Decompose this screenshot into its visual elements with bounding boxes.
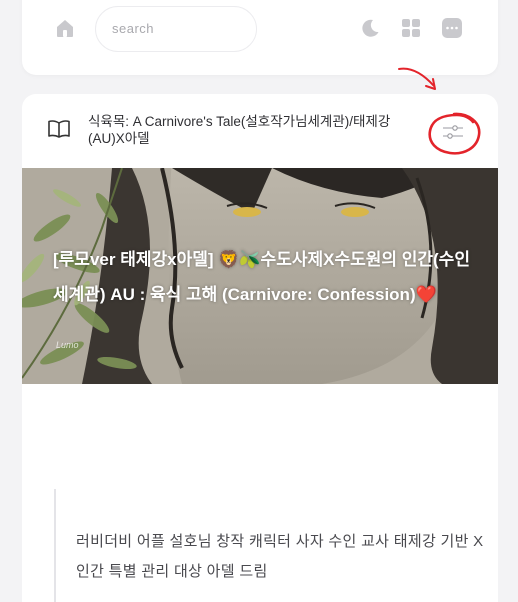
- post-title: 식육목: A Carnivore's Tale(설호작가님세계관)/태제강(AU…: [88, 114, 391, 146]
- post-cover-title: [루모ver 태제강x아델] 🦁🫒수도사제X수도원의 인간(수인세계관) AU …: [53, 250, 470, 304]
- search-input[interactable]: [112, 21, 242, 36]
- search-bar[interactable]: [95, 6, 257, 52]
- home-icon[interactable]: [54, 17, 76, 39]
- top-bar: [22, 0, 498, 75]
- grid-icon[interactable]: [400, 17, 422, 39]
- more-icon[interactable]: [441, 17, 463, 39]
- image-watermark: Lumo: [56, 340, 79, 350]
- post-description: 러비더비 어플 설호님 창작 캐릭터 사자 수인 교사 태제강 기반 X인간 특…: [76, 533, 484, 580]
- book-icon: [39, 111, 79, 147]
- quote-bar: [54, 489, 56, 602]
- toggle-settings-icon[interactable]: [440, 119, 466, 145]
- post-cover-image[interactable]: [루모ver 태제강x아델] 🦁🫒수도사제X수도원의 인간(수인세계관) AU …: [22, 168, 498, 384]
- moon-icon[interactable]: [359, 17, 381, 39]
